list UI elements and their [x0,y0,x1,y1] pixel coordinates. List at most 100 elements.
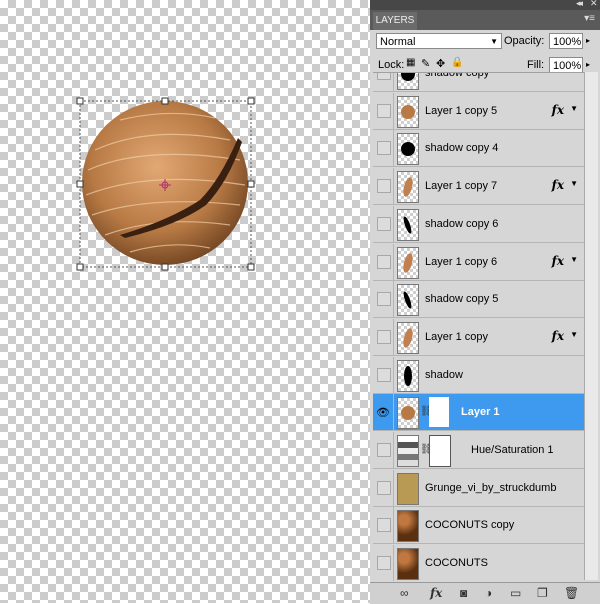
mask-icon[interactable]: ◙ [460,586,467,600]
thumbnail-shape [401,406,415,421]
panel-titlebar: ◂◂ ✕ [370,0,600,10]
visibility-toggle[interactable] [373,168,394,205]
fx-icon[interactable]: fx [430,586,442,600]
layer-name[interactable]: COCONUTS copy [425,507,514,543]
visibility-toggle[interactable] [373,545,394,581]
thumbnail-shape [401,142,415,157]
document-canvas[interactable] [0,0,370,603]
layer-row[interactable]: 👁 ⛓ Layer 1 [373,394,584,432]
layer-thumbnail [397,73,419,90]
fill-arrow-icon[interactable]: ▸ [586,60,590,69]
lock-transparent-icon[interactable]: ▦ [406,57,415,68]
opacity-label: Opacity: [504,35,545,47]
lock-brush-icon[interactable]: ✎ [421,57,430,70]
eye-icon[interactable]: 👁 [376,406,390,419]
visibility-toggle[interactable] [373,281,394,318]
blend-mode-select[interactable]: Normal ▼ [376,33,502,49]
layer-effects-icon[interactable]: fx [552,254,564,268]
layer-row[interactable]: ⛓ Hue/Saturation 1 [373,432,584,469]
visibility-box[interactable] [377,518,391,533]
layer-name[interactable]: shadow copy 4 [425,130,498,166]
collapse-icon[interactable]: ◂◂ [576,0,583,9]
effects-expand-icon[interactable]: ▼ [570,330,578,339]
visibility-box[interactable] [377,73,391,80]
layer-thumbnail [397,397,419,430]
effects-expand-icon[interactable]: ▼ [570,179,578,188]
layer-name[interactable]: Grunge_vi_by_struckdumb [425,470,556,506]
visibility-box[interactable] [377,329,391,344]
layer-row[interactable]: shadow [373,356,584,394]
layer-row[interactable]: Layer 1 copy fx ▼ [373,318,584,356]
visibility-box[interactable] [377,443,391,457]
layer-effects-icon[interactable]: fx [552,178,564,192]
visibility-toggle[interactable] [373,356,394,393]
visibility-box[interactable] [377,480,391,495]
thumbnail-shape [401,104,415,119]
lock-all-icon[interactable]: 🔒 [451,57,463,68]
visibility-box[interactable] [377,179,391,194]
layer-name[interactable]: shadow copy [425,73,489,91]
link-icon[interactable]: ∞ [400,586,409,600]
thumbnail-shape [404,365,412,386]
layer-mask-thumbnail[interactable] [429,435,451,467]
layer-name[interactable]: shadow copy 6 [425,206,498,242]
layer-name[interactable]: Layer 1 copy 6 [425,244,497,280]
visibility-box[interactable] [377,216,391,231]
visibility-toggle[interactable] [373,318,394,355]
visibility-box[interactable] [377,141,391,156]
layer-name[interactable]: COCONUTS [425,545,488,581]
layer-name[interactable]: shadow copy 5 [425,281,498,317]
layer-row[interactable]: Layer 1 copy 7 fx ▼ [373,168,584,206]
layer-row[interactable]: shadow copy 6 [373,205,584,243]
visibility-toggle[interactable] [373,205,394,242]
visibility-toggle[interactable]: 👁 [373,394,394,431]
visibility-box[interactable] [377,556,391,571]
fill-field[interactable]: 100% [549,57,583,73]
lock-position-icon[interactable]: ✥ [436,57,445,70]
visibility-box[interactable] [377,367,391,382]
adjustment-icon[interactable]: ◑ [485,586,492,600]
layer-effects-icon[interactable]: fx [552,329,564,343]
layer-name[interactable]: Layer 1 copy [425,319,488,355]
visibility-box[interactable] [377,103,391,118]
visibility-box[interactable] [377,254,391,269]
panel-menu-icon[interactable]: ▾≡ [584,13,595,24]
visibility-toggle[interactable] [373,92,394,129]
visibility-toggle[interactable] [373,130,394,167]
visibility-toggle[interactable] [373,432,394,468]
layer-name[interactable]: shadow [425,357,463,393]
visibility-toggle[interactable] [373,73,394,91]
opacity-arrow-icon[interactable]: ▸ [586,36,590,45]
layer-name[interactable]: Layer 1 [461,394,500,430]
group-icon[interactable]: ▭ [510,586,521,600]
layer-thumbnail [397,359,419,392]
layer-row[interactable]: Layer 1 copy 6 fx ▼ [373,243,584,281]
visibility-toggle[interactable] [373,507,394,544]
trash-icon[interactable]: 🗑 [564,586,579,600]
thumbnail-shape [401,176,415,198]
layer-name[interactable]: Layer 1 copy 7 [425,168,497,204]
layer-row[interactable]: shadow copy [373,73,584,92]
layer-row[interactable]: shadow copy 5 [373,281,584,319]
opacity-field[interactable]: 100% [549,33,583,49]
visibility-box[interactable] [377,292,391,307]
layer-row[interactable]: COCONUTS copy [373,507,584,545]
visibility-toggle[interactable] [373,469,394,506]
layer-effects-icon[interactable]: fx [552,103,564,117]
layer-row[interactable]: Grunge_vi_by_struckdumb [373,469,584,507]
layer-row[interactable]: shadow copy 4 [373,130,584,168]
tab-layers[interactable]: LAYERS [373,12,417,30]
layer-thumbnail [397,548,419,581]
new-layer-icon[interactable]: ❐ [537,586,548,600]
layer-row[interactable]: COCONUTS [373,545,584,581]
layer-mask-thumbnail[interactable] [429,397,449,428]
thumbnail-shape [398,436,418,466]
visibility-toggle[interactable] [373,243,394,280]
layer-name[interactable]: Hue/Saturation 1 [471,432,554,468]
effects-expand-icon[interactable]: ▼ [570,104,578,113]
layer-name[interactable]: Layer 1 copy 5 [425,93,497,129]
close-panel-icon[interactable]: ✕ [590,0,597,9]
layer-list-scrollbar[interactable] [584,72,598,580]
layer-row[interactable]: Layer 1 copy 5 fx ▼ [373,92,584,130]
effects-expand-icon[interactable]: ▼ [570,255,578,264]
